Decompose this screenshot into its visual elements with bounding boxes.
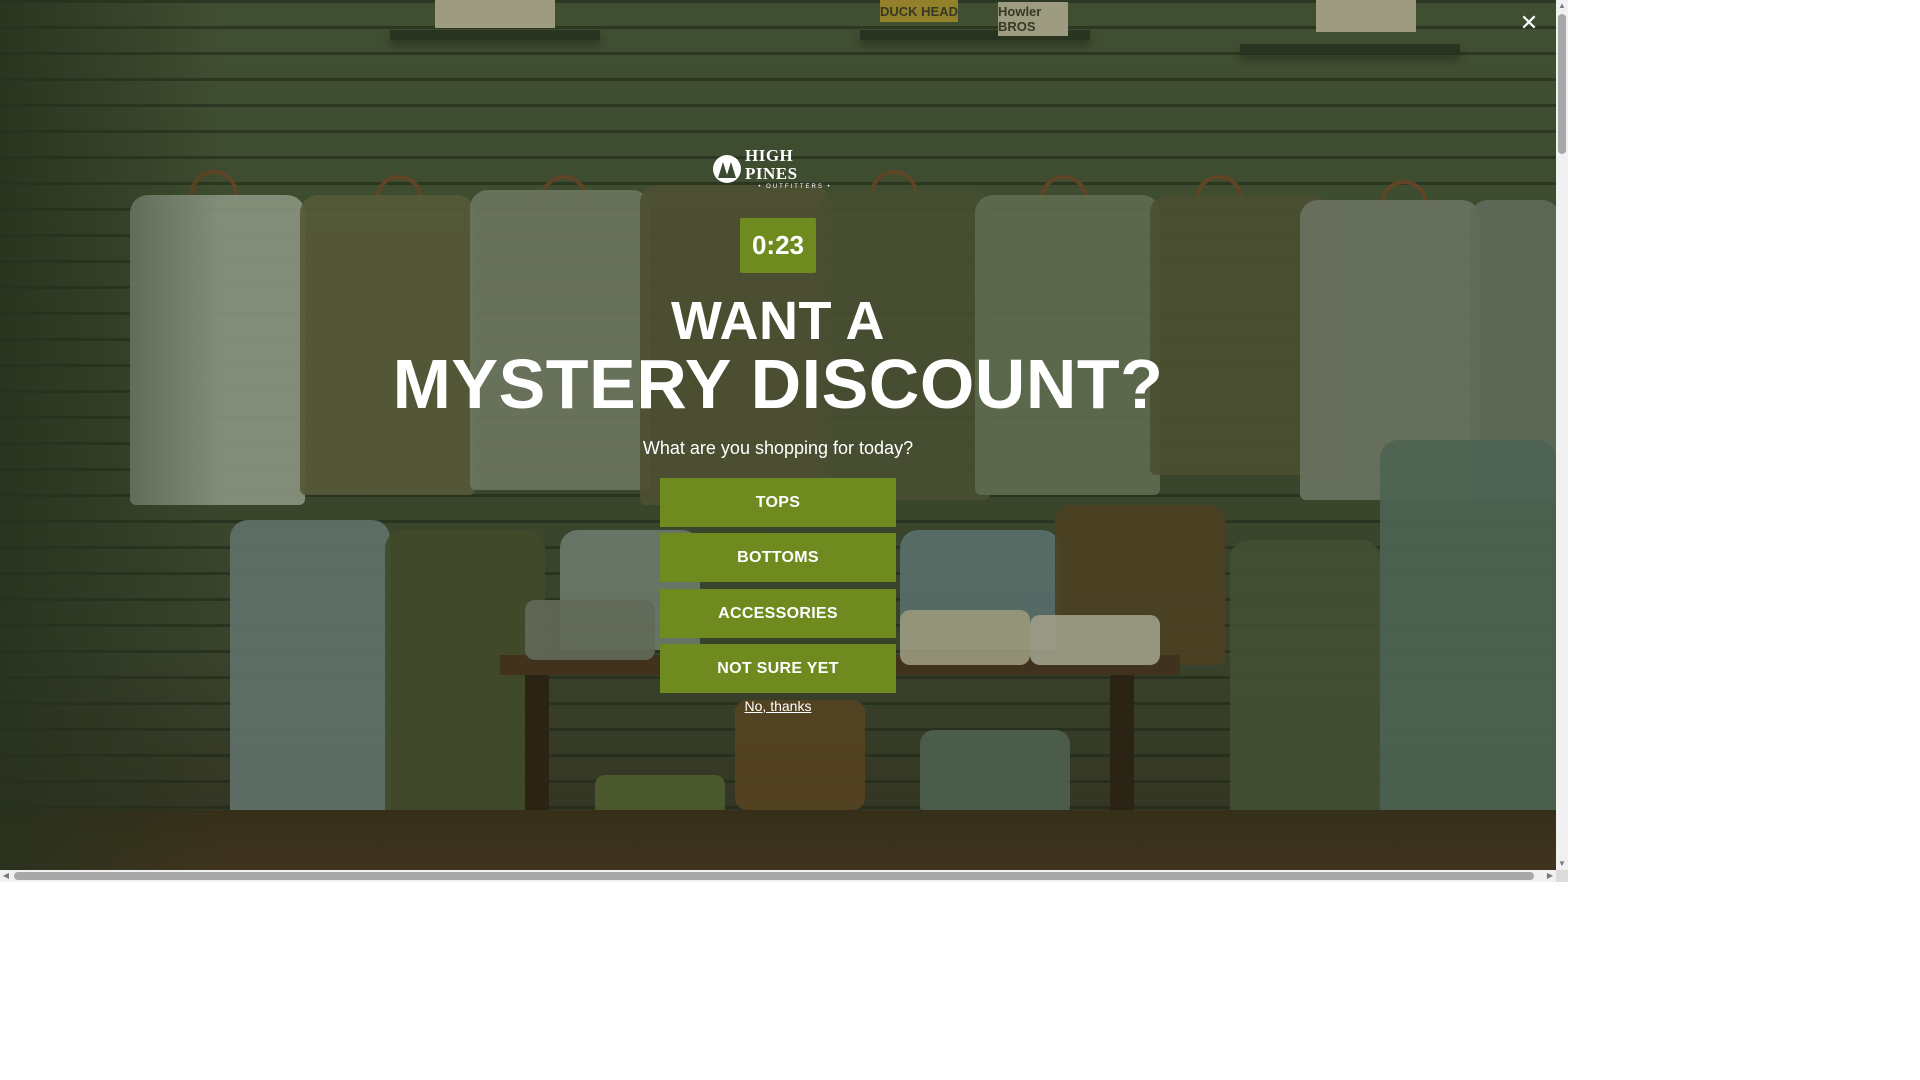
- horizontal-scroll-thumb[interactable]: [14, 872, 1534, 880]
- page-viewport: DUCK HEAD Howler BROS ✕ HIGH PINES • OUT…: [0, 0, 1556, 870]
- logo-text: HIGH PINES • OUTFITTERS •: [745, 147, 845, 191]
- choice-bottoms-button[interactable]: BOTTOMS: [660, 533, 896, 582]
- headline-line-2: MYSTERY DISCOUNT?: [392, 345, 1164, 423]
- countdown-timer: 0:23: [740, 218, 816, 273]
- brand-logo: HIGH PINES • OUTFITTERS •: [713, 147, 845, 190]
- choice-accessories-button[interactable]: ACCESSORIES: [660, 589, 896, 638]
- mystery-discount-popup: ✕ HIGH PINES • OUTFITTERS • 0:23 WANT A …: [0, 0, 1556, 870]
- scroll-right-arrow-icon[interactable]: ▶: [1544, 870, 1556, 882]
- vertical-scroll-thumb[interactable]: [1558, 14, 1566, 154]
- choice-not-sure-button[interactable]: NOT SURE YET: [660, 644, 896, 693]
- scroll-left-arrow-icon[interactable]: ◀: [0, 870, 12, 882]
- logo-name: HIGH PINES: [745, 146, 798, 183]
- scroll-up-arrow-icon[interactable]: ▲: [1556, 0, 1568, 12]
- no-thanks-link[interactable]: No, thanks: [0, 698, 1556, 714]
- choice-tops-button[interactable]: TOPS: [660, 478, 896, 527]
- scroll-down-arrow-icon[interactable]: ▼: [1556, 858, 1568, 870]
- shopping-question: What are you shopping for today?: [642, 438, 914, 458]
- pine-trees-icon: [713, 155, 741, 183]
- vertical-scrollbar[interactable]: ▲ ▼: [1556, 0, 1568, 870]
- scrollbar-corner: [1556, 870, 1568, 882]
- close-icon[interactable]: ✕: [1516, 10, 1542, 36]
- headline-line-1: WANT A: [671, 291, 885, 351]
- horizontal-scrollbar[interactable]: ◀ ▶: [0, 870, 1556, 882]
- logo-subtitle: • OUTFITTERS •: [758, 184, 832, 190]
